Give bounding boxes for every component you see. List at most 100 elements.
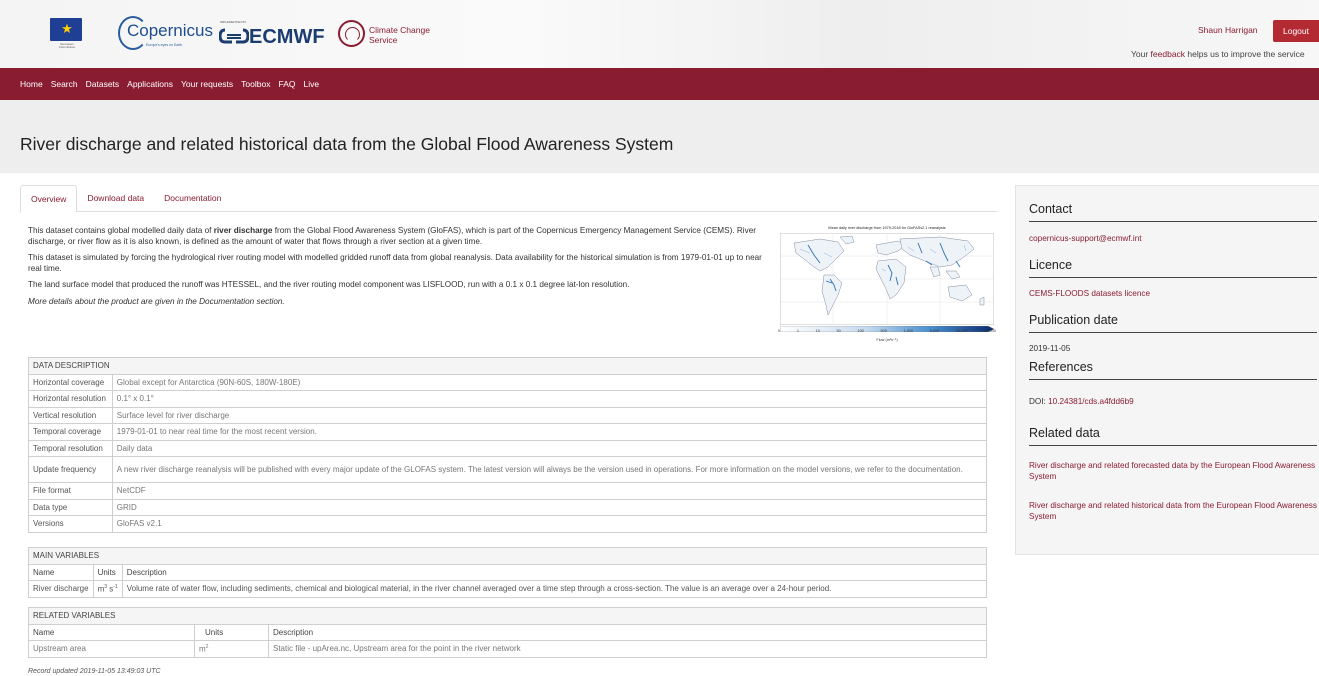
map-tick: 10,000 xyxy=(955,329,968,333)
page-title: River discharge and related historical d… xyxy=(20,134,674,154)
feedback-pre: Your xyxy=(1131,49,1151,59)
map-title: Mean daily river discharge from 1979-201… xyxy=(828,226,946,230)
column-header: Name xyxy=(28,563,94,581)
tab-download-data[interactable]: Download data xyxy=(77,185,154,211)
nav-item-applications[interactable]: Applications xyxy=(127,79,173,89)
contact-heading: Contact xyxy=(1029,202,1317,222)
table-row: Update frequency A new river discharge r… xyxy=(28,456,988,483)
table-row: Horizontal coverage Global except for An… xyxy=(28,373,988,391)
c3s-circle-icon xyxy=(338,20,365,47)
nav-item-your-requests[interactable]: Your requests xyxy=(181,79,233,89)
nav-list: Home Search Datasets Applications Your r… xyxy=(20,68,327,100)
top-banner: European Commission Copernicus Europe's … xyxy=(0,0,1319,68)
nav-item-toolbox[interactable]: Toolbox xyxy=(241,79,270,89)
ecmwf-implemented-by: IMPLEMENTED BY xyxy=(220,20,247,24)
row-value: GloFAS v2.1 xyxy=(111,515,988,533)
map-axis-label: Flow (m³s⁻¹) xyxy=(876,338,898,342)
table-header: MAIN VARIABLES xyxy=(28,547,987,565)
licence-link[interactable]: CEMS-FLOODS datasets licence xyxy=(1029,288,1317,299)
nav-item-live[interactable]: Live xyxy=(303,79,319,89)
references-heading: References xyxy=(1029,360,1317,380)
row-label: File format xyxy=(28,482,113,500)
row-label: Update frequency xyxy=(28,456,113,483)
table-row: Horizontal resolution 0.1° x 0.1° xyxy=(28,390,988,408)
data-description-table: DATA DESCRIPTION Horizontal coverage Glo… xyxy=(28,357,988,533)
units-base: m xyxy=(199,644,206,654)
doi-link[interactable]: 10.24381/cds.a4fdd6b9 xyxy=(1048,397,1134,406)
table-header-row: DATA DESCRIPTION xyxy=(28,357,987,375)
table-row: File format NetCDF xyxy=(28,482,988,500)
copernicus-logo-text: Copernicus xyxy=(127,21,213,40)
row-label: Vertical resolution xyxy=(28,406,113,424)
contact-email-link[interactable]: copernicus-support@ecmwf.int xyxy=(1029,233,1317,244)
copernicus-logo[interactable]: Copernicus Europe's eyes on Earth xyxy=(118,16,214,52)
row-label: Versions xyxy=(28,515,113,533)
table-row: Temporal resolution Daily data xyxy=(28,439,988,457)
discharge-map-figure[interactable]: Mean daily river discharge from 1979-201… xyxy=(778,226,996,344)
row-value: NetCDF xyxy=(111,482,988,500)
variable-description: Static file - upArea.nc, Upstream area f… xyxy=(268,640,987,658)
dataset-sidebar: Contact copernicus-support@ecmwf.int Lic… xyxy=(1015,185,1319,555)
overview-p1-start: This dataset contains global modelled da… xyxy=(28,226,214,235)
feedback-link[interactable]: feedback xyxy=(1151,49,1186,59)
references-value: DOI: 10.24381/cds.a4fdd6b9 xyxy=(1029,396,1317,407)
table-header-row: RELATED VARIABLES xyxy=(28,607,987,625)
column-header-row: Name Units Description xyxy=(28,563,988,581)
column-header: Units xyxy=(194,623,269,641)
map-tick: 100 xyxy=(857,329,864,333)
column-header: Name xyxy=(28,623,195,641)
c3s-logo[interactable]: Climate Change Service xyxy=(338,20,448,50)
nav-item-home[interactable]: Home xyxy=(20,79,43,89)
overview-p1-bold: river discharge xyxy=(213,226,273,235)
map-tick: 500 xyxy=(880,329,887,333)
map-tick: 1,000 xyxy=(903,329,914,333)
eu-caption: European Commission xyxy=(58,42,76,49)
column-header: Description xyxy=(268,623,987,641)
map-tick: 5,000 xyxy=(929,329,940,333)
row-label: Data type xyxy=(28,498,113,516)
overview-paragraph-2: This dataset is simulated by forcing the… xyxy=(28,253,762,273)
user-name-link[interactable]: Shaun Harrigan xyxy=(1198,25,1258,35)
overview-paragraph-1: This dataset contains global modelled da… xyxy=(28,226,768,247)
title-band: River discharge and related historical d… xyxy=(0,100,1319,173)
table-row: River discharge m3 s-1 Volume rate of wa… xyxy=(28,580,988,598)
logout-button[interactable]: Logout xyxy=(1273,20,1319,42)
table-row: Data type GRID xyxy=(28,498,988,516)
nav-item-faq[interactable]: FAQ xyxy=(278,79,295,89)
publication-date-heading: Publication date xyxy=(1029,313,1317,333)
variable-name: Upstream area xyxy=(28,640,195,658)
dataset-tabs: Overview Download data Documentation xyxy=(20,185,997,213)
nav-item-datasets[interactable]: Datasets xyxy=(86,79,120,89)
world-discharge-map xyxy=(780,233,994,325)
column-header: Description xyxy=(121,563,988,581)
related-data-heading: Related data xyxy=(1029,426,1317,446)
tab-overview[interactable]: Overview xyxy=(20,185,78,213)
row-value: 0.1° x 0.1° xyxy=(111,390,988,408)
feedback-text: Your feedback helps us to improve the se… xyxy=(1131,49,1305,59)
row-value: A new river discharge reanalysis will be… xyxy=(111,456,988,483)
ecmwf-logo[interactable]: IMPLEMENTED BY ECMWF xyxy=(219,20,329,50)
main-nav: Home Search Datasets Applications Your r… xyxy=(0,68,1319,100)
c3s-line2: Service xyxy=(369,35,398,45)
related-data-link-historical[interactable]: River discharge and related historical d… xyxy=(1029,500,1317,522)
overview-paragraph-4: More details about the product are given… xyxy=(28,296,285,306)
column-header: Units xyxy=(92,563,123,581)
publication-date-value: 2019-11-05 xyxy=(1029,344,1071,353)
tab-documentation[interactable]: Documentation xyxy=(154,185,231,211)
variable-units: m2 xyxy=(194,640,269,658)
row-value: Daily data xyxy=(111,439,988,457)
table-row: Upstream area m2 Static file - upArea.nc… xyxy=(28,640,987,658)
nav-item-search[interactable]: Search xyxy=(51,79,78,89)
c3s-line1: Climate Change xyxy=(369,25,430,35)
row-value: GRID xyxy=(111,498,988,516)
map-tick: 1 xyxy=(796,329,799,333)
related-data-link-forecasted[interactable]: River discharge and related forecasted d… xyxy=(1029,460,1317,482)
table-row: Temporal coverage 1979-01-01 to near rea… xyxy=(28,423,988,441)
eu-flag-logo[interactable] xyxy=(50,18,82,41)
licence-heading: Licence xyxy=(1029,258,1317,278)
table-header: RELATED VARIABLES xyxy=(28,607,987,625)
feedback-post: helps us to improve the service xyxy=(1185,49,1305,59)
overview-paragraph-3: The land surface model that produced the… xyxy=(28,280,630,289)
column-header-row: Name Units Description xyxy=(28,623,987,641)
c3s-logo-text: Climate Change Service xyxy=(369,25,430,45)
